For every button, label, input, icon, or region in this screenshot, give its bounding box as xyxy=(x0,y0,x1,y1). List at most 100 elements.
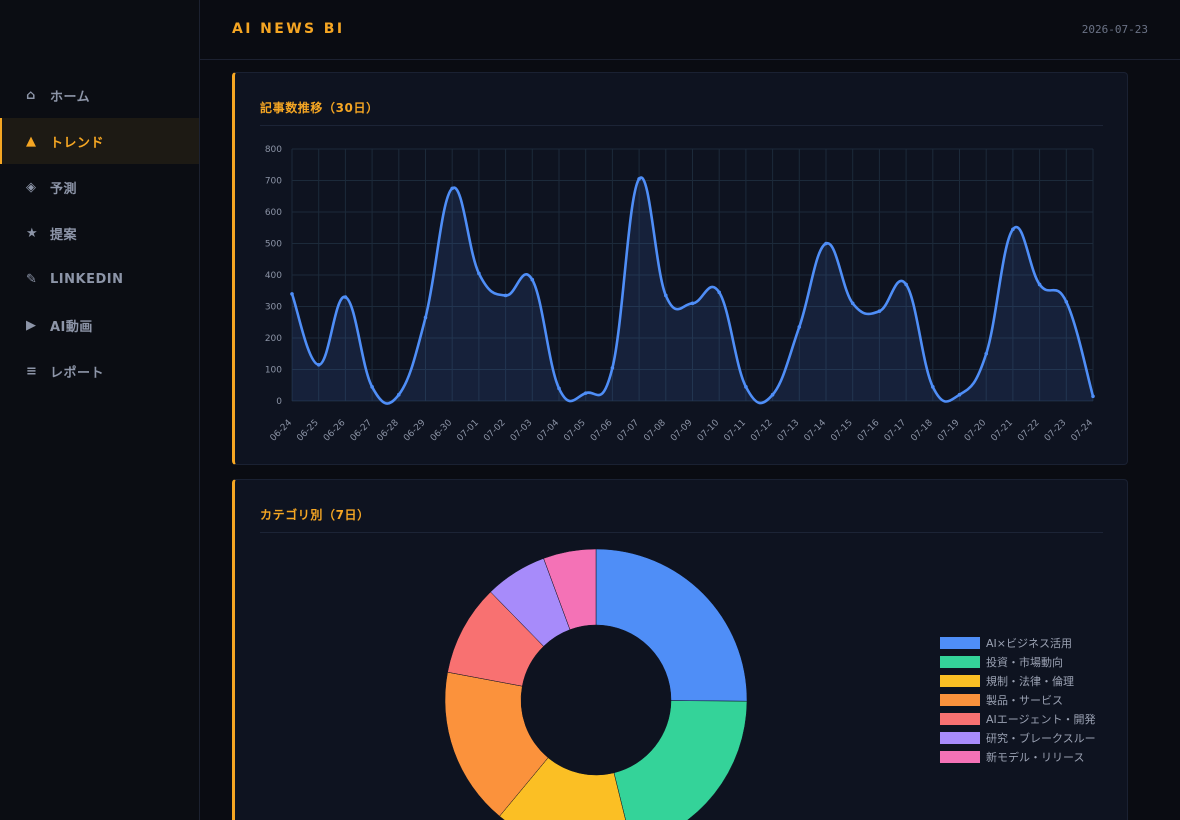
home-icon: ⌂ xyxy=(26,87,36,103)
x-tick-label: 06-27 xyxy=(349,418,375,444)
list-icon: ≡ xyxy=(26,363,38,379)
category-card-title: カテゴリ別（7日） xyxy=(260,508,370,522)
x-tick-label: 06-30 xyxy=(429,418,455,444)
legend-swatch xyxy=(940,636,980,649)
trend-line-chart: 0 100 200 300 400 500 600 700 800 06-24 06-25 06-26… xyxy=(265,145,1096,444)
x-tick-label: 06-28 xyxy=(375,418,401,444)
y-tick-label: 100 xyxy=(265,366,282,376)
x-tick-label: 07-05 xyxy=(562,418,588,444)
data-point xyxy=(850,301,855,306)
legend-swatch xyxy=(940,693,980,706)
pencil-icon: ✎ xyxy=(26,271,38,287)
x-tick-label: 07-01 xyxy=(455,418,481,444)
data-point xyxy=(316,362,321,367)
legend-label: 規制・法律・倫理 xyxy=(986,674,1074,688)
category-card: カテゴリ別（7日） AI×ビジネス活用 投資・市場動向規制・法律・倫理 製品・サービ… xyxy=(232,479,1128,820)
x-tick-label: 06-24 xyxy=(269,418,295,444)
legend-swatch xyxy=(940,731,980,744)
trend-icon: ▲ xyxy=(26,133,37,149)
legend-item[interactable]: 規制・法律・倫理 xyxy=(940,671,1096,690)
legend-swatch xyxy=(940,712,980,725)
sidebar-item-5[interactable]: ▶ AI動画 xyxy=(0,302,199,348)
trend-card-title: 記事数推移（30日） xyxy=(260,101,379,115)
data-point xyxy=(450,186,454,191)
data-point xyxy=(530,277,535,282)
data-point xyxy=(824,241,828,246)
y-tick-label: 200 xyxy=(265,334,282,344)
date-label: 2026-07-23 xyxy=(1081,23,1148,36)
x-tick-label: 06-29 xyxy=(402,418,428,444)
sidebar-item-1[interactable]: ▲ トレンド xyxy=(0,118,199,164)
play-icon: ▶ xyxy=(26,317,37,333)
legend-item[interactable]: AI×ビジネス活用 xyxy=(940,633,1096,652)
data-point xyxy=(583,391,588,395)
diamond-icon: ◈ xyxy=(26,179,37,195)
data-point xyxy=(397,392,401,397)
data-point xyxy=(717,290,721,295)
x-tick-label: 07-20 xyxy=(963,418,989,444)
data-point xyxy=(557,386,561,391)
x-tick-label: 07-17 xyxy=(883,418,909,444)
data-point xyxy=(1064,299,1069,304)
x-tick-label: 07-18 xyxy=(909,418,935,444)
legend-label: 製品・サービス xyxy=(986,693,1063,707)
data-point xyxy=(904,282,908,287)
chart-legend: AI×ビジネス活用 投資・市場動向規制・法律・倫理 製品・サービス AIエージェント・… xyxy=(940,633,1096,766)
x-tick-label: 07-11 xyxy=(722,418,748,444)
sidebar: ⌂ ホーム ▲ トレンド ◈ 予測 ★ 提案 ✎ LINKEDIN ▶ AI動画 ≡ レポート xyxy=(0,0,200,820)
x-tick-label: 07-08 xyxy=(642,418,668,444)
data-point xyxy=(1037,282,1042,287)
data-point xyxy=(797,325,802,329)
data-point xyxy=(343,295,348,299)
x-tick-label: 07-21 xyxy=(989,418,1015,444)
sidebar-item-3[interactable]: ★ 提案 xyxy=(0,210,199,256)
x-tick-label: 06-26 xyxy=(322,418,348,444)
donut-slice xyxy=(595,548,748,702)
sidebar-item-label: 予測 xyxy=(50,181,78,197)
legend-item[interactable]: AIエージェント・開発 xyxy=(940,709,1096,728)
app-title: AI NEWS BI xyxy=(232,21,345,37)
legend-item[interactable]: 投資・市場動向 xyxy=(940,652,1096,671)
sidebar-item-label: 提案 xyxy=(50,227,78,243)
legend-label: 研究・ブレークスルー xyxy=(986,731,1096,745)
donut-slice xyxy=(613,700,748,820)
legend-swatch xyxy=(940,674,980,687)
card-divider xyxy=(260,125,1103,126)
sidebar-item-6[interactable]: ≡ レポート xyxy=(0,348,199,394)
y-tick-label: 300 xyxy=(265,303,282,313)
data-point xyxy=(503,293,508,298)
sidebar-item-label: ホーム xyxy=(50,89,91,105)
data-point xyxy=(664,293,668,298)
y-tick-label: 800 xyxy=(265,145,282,155)
x-tick-label: 07-12 xyxy=(749,418,775,444)
data-point xyxy=(690,301,695,306)
legend-item[interactable]: 新モデル・リリース xyxy=(940,747,1096,766)
sidebar-item-0[interactable]: ⌂ ホーム xyxy=(0,72,199,118)
sidebar-item-2[interactable]: ◈ 予測 xyxy=(0,164,199,210)
x-tick-label: 07-24 xyxy=(1070,418,1096,444)
data-point xyxy=(637,177,641,181)
data-point xyxy=(984,351,988,356)
data-point xyxy=(744,385,748,389)
card-divider xyxy=(260,532,1103,533)
sidebar-item-4[interactable]: ✎ LINKEDIN xyxy=(0,256,199,302)
data-point xyxy=(931,385,935,389)
x-tick-label: 07-07 xyxy=(616,418,642,444)
x-tick-label: 07-19 xyxy=(936,418,962,444)
y-tick-label: 0 xyxy=(276,397,282,407)
data-point xyxy=(1011,227,1015,232)
data-point xyxy=(1091,394,1095,399)
x-tick-label: 07-16 xyxy=(856,418,882,444)
sidebar-item-label: AI動画 xyxy=(50,319,93,335)
legend-item[interactable]: 製品・サービス xyxy=(940,690,1096,709)
x-tick-label: 07-04 xyxy=(536,418,562,444)
data-point xyxy=(957,392,962,397)
legend-label: 新モデル・リリース xyxy=(986,750,1085,764)
data-point xyxy=(370,385,374,389)
y-tick-label: 500 xyxy=(265,240,282,250)
data-point xyxy=(423,315,428,320)
x-tick-label: 06-25 xyxy=(295,418,321,444)
sidebar-item-label: LINKEDIN xyxy=(50,271,124,287)
legend-item[interactable]: 研究・ブレークスルー xyxy=(940,728,1096,747)
x-tick-label: 07-02 xyxy=(482,418,508,444)
